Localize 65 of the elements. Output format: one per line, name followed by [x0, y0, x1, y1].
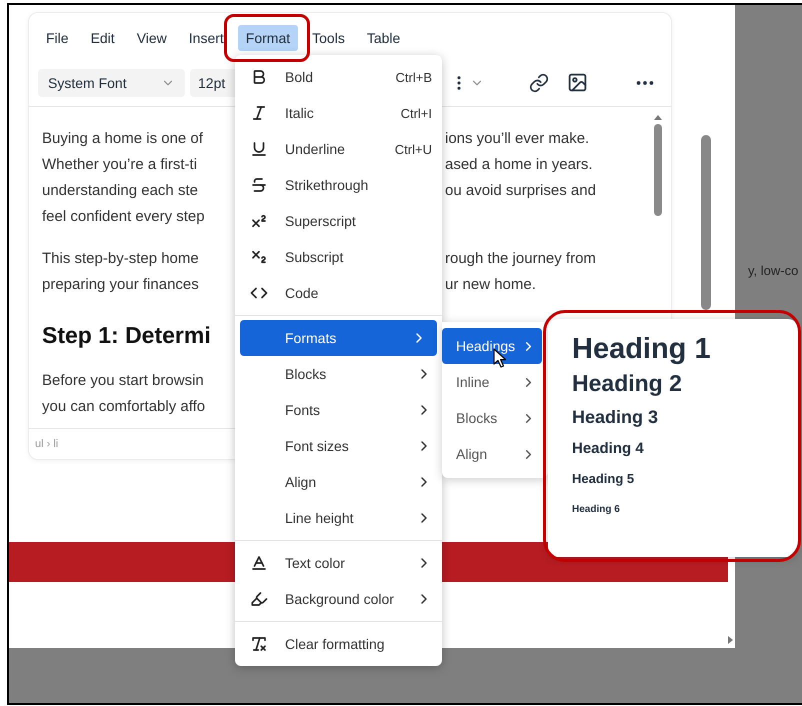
background-text: y, low-co	[748, 263, 798, 278]
menu-item[interactable]: Formats	[240, 320, 437, 356]
menu-tab[interactable]: Table	[358, 25, 408, 51]
menu-item[interactable]: Strikethrough	[235, 167, 442, 203]
menu-item[interactable]: Italic Ctrl+I	[235, 95, 442, 131]
text-color-icon	[250, 554, 268, 572]
menu-item[interactable]: Superscript	[235, 203, 442, 239]
menu-item[interactable]: Subscript	[235, 239, 442, 275]
paragraph-text: you can comfortably affo	[42, 398, 206, 414]
paragraph-text: preparing your finances	[42, 276, 199, 292]
menu-item[interactable]: Background color	[235, 581, 442, 617]
heading-option[interactable]: Heading 5	[572, 471, 634, 486]
heading-text: Step 1: Determi	[42, 322, 211, 348]
menu-item[interactable]: Line height	[235, 500, 442, 536]
paragraph-text: ur new home.	[445, 276, 536, 292]
paragraph-text: This step-by-step home	[42, 250, 199, 266]
clear-formatting-icon	[250, 635, 268, 653]
paragraph-text: ased a home in years.	[445, 156, 593, 172]
menu-tab[interactable]: Insert	[180, 25, 232, 51]
font-family-select[interactable]: System Font	[38, 68, 185, 96]
paragraph-text: feel confident every step	[42, 208, 205, 224]
menu-tab[interactable]: View	[128, 25, 175, 51]
menu-item[interactable]: Text color	[235, 545, 442, 581]
menu-item[interactable]: Fonts	[235, 392, 442, 428]
menu-item[interactable]: Code	[235, 275, 442, 311]
paragraph-text: Before you start browsin	[42, 372, 204, 388]
underline-icon	[250, 140, 268, 158]
scroll-right-icon[interactable]	[728, 636, 733, 644]
element-path: ul › li	[35, 438, 58, 450]
heading-option[interactable]: Heading 2	[572, 370, 682, 397]
menu-item[interactable]: Blocks	[442, 400, 542, 436]
paragraph-text: ions you’ll ever make.	[445, 130, 590, 146]
menu-item[interactable]: Font sizes	[235, 428, 442, 464]
image-icon[interactable]	[567, 72, 588, 93]
heading-option[interactable]: Heading 3	[572, 407, 658, 428]
menu-item[interactable]: Bold Ctrl+B	[235, 59, 442, 95]
paragraph-text: Buying a home is one of	[42, 130, 203, 146]
menu-tab[interactable]: Edit	[82, 25, 123, 51]
strikethrough-icon	[250, 176, 268, 194]
link-icon[interactable]	[529, 72, 549, 92]
menu-item[interactable]: Clear formatting	[235, 626, 442, 662]
scrollbar-thumb[interactable]	[654, 124, 662, 216]
menu-item[interactable]: Blocks	[235, 356, 442, 392]
menu-item[interactable]: Inline	[442, 364, 542, 400]
menu-item[interactable]: Align	[442, 436, 542, 472]
paragraph-text: Whether you’re a first-ti	[42, 156, 198, 172]
superscript-icon	[250, 212, 268, 230]
paragraph-text: ou avoid surprises and	[445, 182, 596, 198]
menu-tab[interactable]: Format	[238, 25, 298, 51]
menu-tab[interactable]: File	[38, 25, 77, 51]
italic-icon	[250, 104, 268, 122]
subscript-icon	[250, 248, 268, 266]
font-size-select[interactable]: 12pt	[190, 68, 238, 96]
menu-tab[interactable]: Tools	[304, 25, 353, 51]
highlighter-icon	[250, 590, 268, 608]
menu-item[interactable]: Underline Ctrl+U	[235, 131, 442, 167]
heading-option[interactable]: Heading 4	[572, 440, 644, 457]
menu-item[interactable]: Align	[235, 464, 442, 500]
menu-item[interactable]: Headings	[442, 328, 542, 364]
heading-option[interactable]: Heading 6	[572, 504, 620, 515]
paragraph-text: rough the journey from	[445, 250, 596, 266]
paragraph-text: understanding each ste	[42, 182, 198, 198]
heading-option[interactable]: Heading 1	[572, 333, 711, 366]
scrollbar-thumb[interactable]	[701, 135, 711, 310]
scroll-up-icon[interactable]	[654, 115, 662, 120]
